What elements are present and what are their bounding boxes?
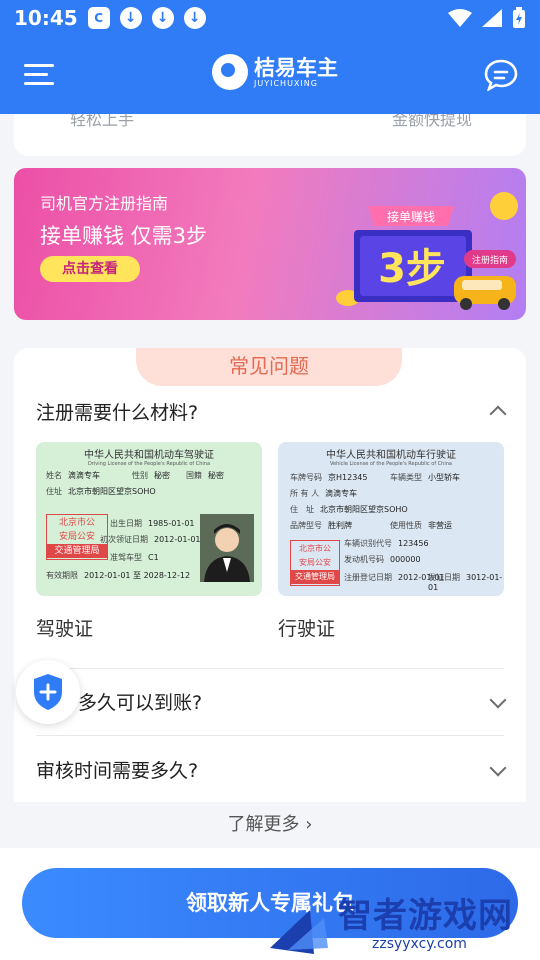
banner-title: 接单赚钱 仅需3步 — [40, 224, 208, 248]
status-bar: 10:45 C ↓ ↓ ↓ — [0, 0, 540, 36]
faq-card: 常见问题 注册需要什么材料? 中华人民共和国机动车驾驶证 Driving Lic… — [14, 348, 526, 848]
brand-subtitle: JUYICHUXING — [254, 78, 318, 88]
license-field: 性别 秘密 — [132, 471, 170, 480]
feature-label: 金额快提现 — [392, 114, 473, 129]
watermark-url: zzsyyxcy.com — [372, 936, 467, 952]
vehicle-license-image: 中华人民共和国机动车行驶证 Vehicle License of the Peo… — [278, 442, 504, 596]
driver-photo — [200, 514, 254, 582]
license-header: 中华人民共和国机动车驾驶证 — [84, 450, 214, 461]
license-header: 中华人民共和国机动车行驶证 — [326, 450, 456, 461]
app-header: 10:45 C ↓ ↓ ↓ 桔易车主 JUYICHUXING — [0, 0, 540, 114]
faq-title: 常见问题 — [136, 348, 402, 386]
nav-bar: 桔易车主 JUYICHUXING — [0, 44, 540, 108]
license-field: 国籍 秘密 — [186, 471, 224, 480]
art-tag: 注册指南 — [472, 254, 508, 266]
license-field: 发证日期 3012-01-01 — [428, 573, 503, 592]
official-stamp: 北京市公 安局公安 交通管理局 — [290, 540, 340, 586]
learn-more-label: 了解更多 — [227, 814, 300, 835]
view-button[interactable]: 点击查看 — [40, 256, 140, 282]
chevron-right-icon: › — [305, 814, 313, 835]
driver-license-caption: 驾驶证 — [36, 618, 94, 640]
license-field: 车辆识别代号 123456 — [344, 539, 429, 548]
driver-license-image: 中华人民共和国机动车驾驶证 Driving License of the Peo… — [36, 442, 262, 596]
download-icon: ↓ — [183, 7, 206, 29]
shield-icon — [34, 674, 62, 710]
banner-illustration: 接单赚钱 3步 注册指南 — [336, 192, 518, 310]
license-field: 姓名 滴滴专车 — [46, 471, 100, 480]
official-stamp: 北京市公 安局公安 交通管理局 — [46, 514, 108, 560]
feature-label: 轻松上手 — [70, 114, 135, 129]
license-header-en: Vehicle License of the People's Republic… — [330, 461, 452, 467]
chat-icon[interactable] — [484, 59, 518, 91]
license-field: 车辆类型 小型轿车 — [390, 473, 460, 482]
license-field: 使用性质 非营运 — [390, 521, 452, 530]
faq-question-payout[interactable]: 多久可以到账? — [78, 688, 526, 715]
license-field: 住 址北京市朝阳区望京SOHO — [290, 505, 408, 514]
safety-shield-button[interactable] — [16, 660, 80, 724]
logo-icon — [212, 54, 248, 90]
art-ribbon: 接单赚钱 — [387, 209, 435, 224]
license-field: 住址 北京市朝阳区望京SOHO — [46, 487, 156, 496]
download-icon: ↓ — [119, 7, 142, 29]
wifi-icon — [448, 9, 472, 27]
license-field: 准驾车型 C1 — [110, 553, 159, 562]
banner-subtitle: 司机官方注册指南 — [40, 194, 169, 213]
license-field: 所 有 人滴滴专车 — [290, 489, 358, 498]
art-big-text: 3步 — [378, 246, 446, 292]
faq-question-materials[interactable]: 注册需要什么材料? — [36, 398, 506, 425]
license-field: 有效期限 2012-01-01 至 2028-12-12 — [46, 571, 191, 580]
license-field: 发动机号码 000000 — [344, 555, 421, 564]
license-field: 初次领证日期 2012-01-01 — [100, 535, 201, 544]
faq-question-review-time[interactable]: 审核时间需要多久? — [36, 756, 506, 783]
vehicle-license-caption: 行驶证 — [278, 618, 336, 640]
license-field: 出生日期 1985-01-01 — [110, 519, 195, 528]
app-notification-icon: C — [87, 7, 110, 29]
signal-icon — [482, 9, 502, 27]
register-guide-banner[interactable]: 司机官方注册指南 接单赚钱 仅需3步 点击查看 接单赚钱 3步 注册指南 — [14, 168, 526, 320]
learn-more-link[interactable]: 了解更多 › — [14, 802, 526, 848]
status-time: 10:45 — [14, 6, 78, 30]
license-header-en: Driving License of the People's Republic… — [87, 461, 211, 467]
watermark-text: 智者游戏网 — [338, 896, 513, 936]
menu-icon[interactable] — [24, 64, 54, 88]
brand-title: 桔易车主 — [254, 55, 338, 80]
battery-icon — [513, 7, 525, 28]
features-card: 轻松上手 金额快提现 — [14, 114, 526, 156]
license-field: 品牌型号 胜利牌 — [290, 521, 352, 530]
license-field: 车牌号码 京H12345 — [290, 473, 368, 482]
brand-logo: 桔易车主 JUYICHUXING — [212, 54, 338, 90]
divider — [36, 668, 504, 669]
status-right — [448, 7, 526, 29]
divider — [36, 735, 504, 736]
download-icon: ↓ — [151, 7, 174, 29]
